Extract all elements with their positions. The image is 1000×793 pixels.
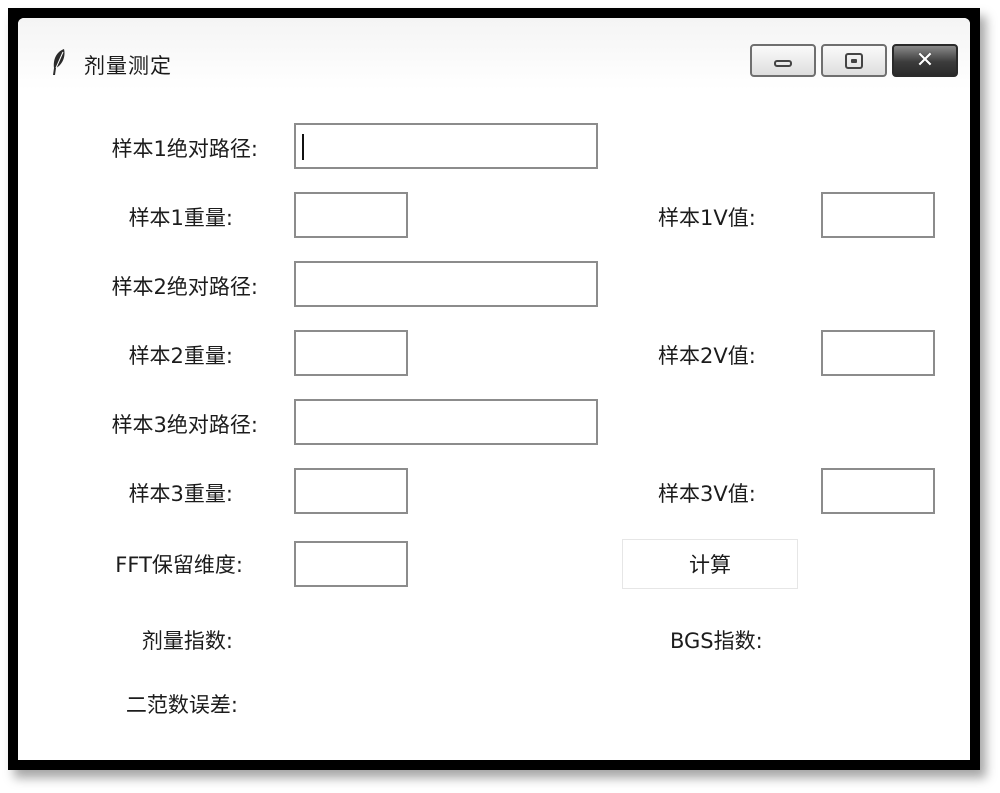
title-bar[interactable]: 剂量测定 ✕: [18, 18, 970, 90]
sample1-path-label: 样本1绝对路径:: [111, 137, 258, 161]
sample2-path-label: 样本2绝对路径:: [111, 275, 258, 299]
sample3-v-label: 样本3V值:: [658, 482, 756, 506]
fft-dim-input[interactable]: [294, 541, 408, 587]
minimize-icon: [774, 60, 792, 67]
sample3-path-label: 样本3绝对路径:: [111, 413, 258, 437]
sample1-path-input[interactable]: [294, 123, 598, 169]
sample3-weight-input[interactable]: [294, 468, 408, 514]
close-button[interactable]: ✕: [892, 44, 958, 77]
maximize-icon: [845, 52, 863, 69]
maximize-button[interactable]: [821, 44, 887, 77]
dose-index-label: 剂量指数:: [141, 629, 233, 653]
window-frame: 剂量测定 ✕ 样本1绝对路径: 样本1重量: 样本1V值: 样本2绝对路径: 样…: [8, 8, 980, 770]
feather-icon: [53, 49, 65, 75]
text-caret: [302, 134, 304, 160]
sample1-v-input[interactable]: [821, 192, 935, 238]
sample2-weight-label: 样本2重量:: [128, 344, 233, 368]
sample3-weight-label: 样本3重量:: [128, 482, 233, 506]
sample1-weight-input[interactable]: [294, 192, 408, 238]
app-window: 剂量测定 ✕ 样本1绝对路径: 样本1重量: 样本1V值: 样本2绝对路径: 样…: [18, 18, 970, 760]
minimize-button[interactable]: [750, 44, 816, 77]
sample2-path-input[interactable]: [294, 261, 598, 307]
sample1-weight-label: 样本1重量:: [128, 206, 233, 230]
sample3-v-input[interactable]: [821, 468, 935, 514]
close-icon: ✕: [915, 47, 935, 73]
sample2-v-label: 样本2V值:: [658, 344, 756, 368]
sample3-path-input[interactable]: [294, 399, 598, 445]
calculate-button[interactable]: 计算: [622, 539, 798, 589]
sample2-v-input[interactable]: [821, 330, 935, 376]
norm2-error-label: 二范数误差:: [125, 693, 238, 717]
sample2-weight-input[interactable]: [294, 330, 408, 376]
fft-dim-label: FFT保留维度:: [115, 553, 243, 577]
window-title: 剂量测定: [84, 54, 172, 78]
sample1-v-label: 样本1V值:: [658, 206, 756, 230]
bgs-index-label: BGS指数:: [670, 629, 763, 653]
